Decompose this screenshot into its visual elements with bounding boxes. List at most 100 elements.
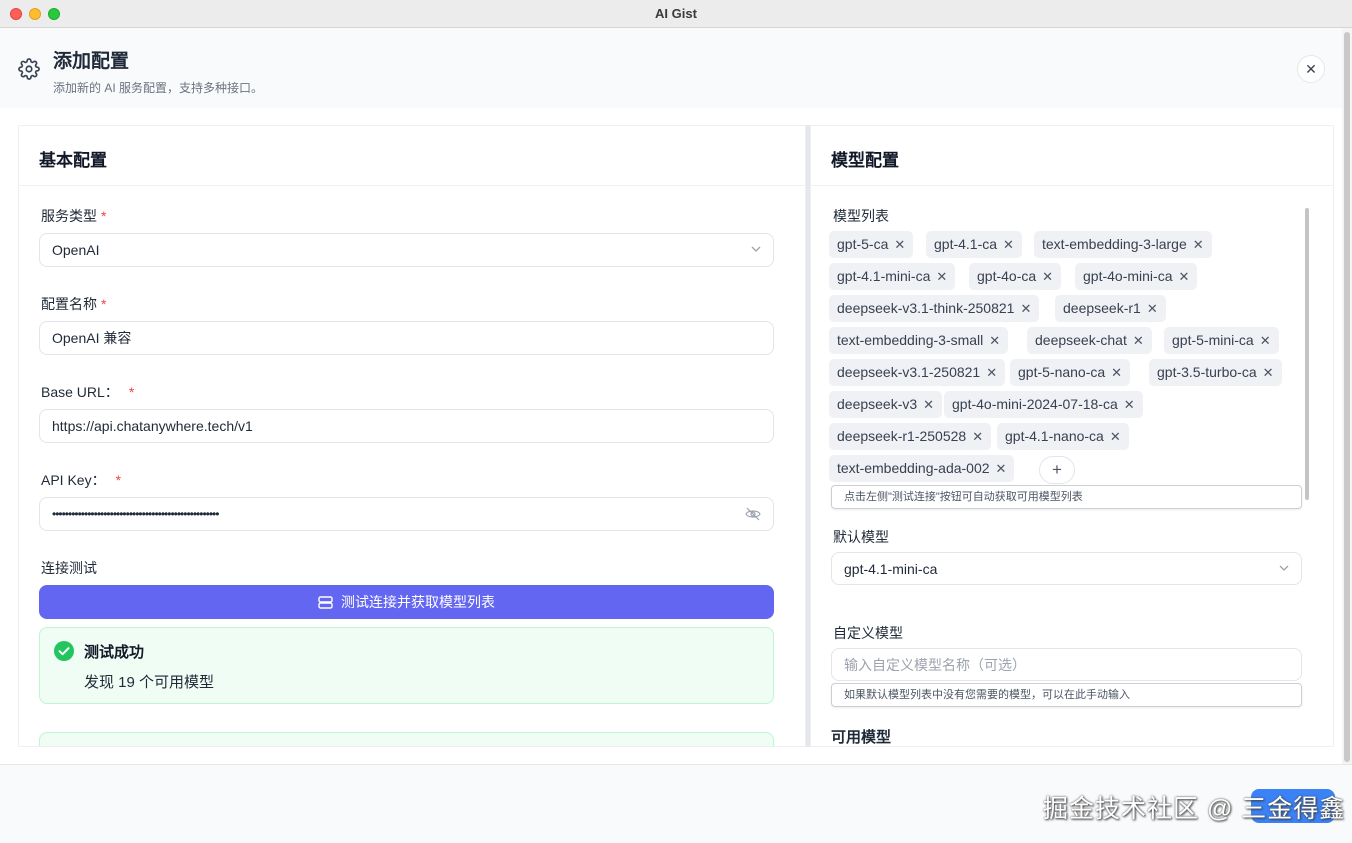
model-tag: deepseek-chat ✕ <box>1027 327 1152 354</box>
api-key-label: API Key： * <box>41 472 122 488</box>
server-icon <box>318 595 333 609</box>
remove-tag-icon[interactable]: ✕ <box>1260 333 1271 348</box>
remove-tag-icon[interactable]: ✕ <box>1133 333 1144 348</box>
model-tag-label: text-embedding-3-small <box>837 332 984 348</box>
model-tag-label: deepseek-chat <box>1035 332 1127 348</box>
model-tag-label: gpt-5-mini-ca <box>1172 332 1254 348</box>
base-url-input[interactable]: https://api.chatanywhere.tech/v1 <box>39 409 774 443</box>
model-config-panel: 模型配置 模型列表 gpt-5-ca ✕ gpt-4.1-ca ✕ text-embed… <box>810 125 1334 747</box>
config-name-label: 配置名称 * <box>41 296 107 312</box>
model-tag: text-embedding-3-large ✕ <box>1034 231 1212 258</box>
default-model-value: gpt-4.1-mini-ca <box>844 561 938 577</box>
dialog-title: 添加配置 <box>53 51 130 72</box>
api-key-input[interactable]: ••••••••••••••••••••••••••••••••••••••••… <box>39 497 774 531</box>
window-titlebar: AI Gist <box>0 0 1352 28</box>
remove-tag-icon[interactable]: ✕ <box>996 461 1007 476</box>
add-model-button[interactable]: + <box>1039 456 1075 484</box>
model-tag-label: gpt-5-nano-ca <box>1018 364 1106 380</box>
model-tag: deepseek-v3.1-think-250821 ✕ <box>829 295 1040 322</box>
custom-model-label: 自定义模型 <box>833 625 903 641</box>
custom-model-hint: 如果默认模型列表中没有您需要的模型，可以在此手动输入 <box>831 683 1302 707</box>
custom-model-input[interactable]: 输入自定义模型名称（可选） <box>831 648 1302 681</box>
model-tag: deepseek-r1-250528 ✕ <box>829 423 992 450</box>
model-tag-label: text-embedding-ada-002 <box>837 460 990 476</box>
chevron-down-icon <box>751 246 761 252</box>
model-tag: deepseek-r1 ✕ <box>1055 295 1166 322</box>
model-tag-label: deepseek-v3.1-250821 <box>837 364 981 380</box>
remove-tag-icon[interactable]: ✕ <box>972 429 983 444</box>
remove-tag-icon[interactable]: ✕ <box>1178 269 1189 284</box>
remove-tag-icon[interactable]: ✕ <box>923 397 934 412</box>
basic-config-title: 基本配置 <box>39 151 107 170</box>
config-name-input[interactable]: OpenAI 兼容 <box>39 321 774 355</box>
remove-tag-icon[interactable]: ✕ <box>1111 365 1122 380</box>
model-tag: gpt-5-nano-ca ✕ <box>1010 359 1131 386</box>
base-url-label: Base URL： * <box>41 384 135 400</box>
model-tag-label: gpt-4o-mini-2024-07-18-ca <box>952 396 1118 412</box>
dialog-scrollbar[interactable] <box>1342 28 1352 764</box>
service-type-label: 服务类型 * <box>41 208 107 224</box>
model-tag: gpt-5-mini-ca ✕ <box>1164 327 1279 354</box>
dialog-footer: 掘金技术社区 @ 三金得鑫 <box>0 764 1352 843</box>
model-tag-label: gpt-4.1-nano-ca <box>1005 428 1104 444</box>
service-type-select[interactable]: OpenAI <box>39 233 774 267</box>
dialog-header: 添加配置 添加新的 AI 服务配置，支持多种接口。 ✕ <box>0 28 1342 108</box>
remove-tag-icon[interactable]: ✕ <box>936 269 947 284</box>
watermark: 掘金技术社区 @ 三金得鑫 <box>1043 795 1346 823</box>
model-tag-label: text-embedding-3-large <box>1042 236 1187 252</box>
model-tag-label: gpt-4o-mini-ca <box>1083 268 1173 284</box>
remove-tag-icon[interactable]: ✕ <box>1110 429 1121 444</box>
remove-tag-icon[interactable]: ✕ <box>1020 301 1031 316</box>
model-tag-label: gpt-3.5-turbo-ca <box>1157 364 1257 380</box>
remove-tag-icon[interactable]: ✕ <box>1042 269 1053 284</box>
close-icon: ✕ <box>1305 60 1317 77</box>
test-connection-button[interactable]: 测试连接并获取模型列表 <box>39 585 774 619</box>
api-key-value: ••••••••••••••••••••••••••••••••••••••••… <box>52 507 219 521</box>
dialog-subtitle: 添加新的 AI 服务配置，支持多种接口。 <box>53 81 264 95</box>
remove-tag-icon[interactable]: ✕ <box>1124 397 1135 412</box>
window-title: AI Gist <box>655 6 697 21</box>
model-tag-label: gpt-4o-ca <box>977 268 1037 284</box>
model-list-label: 模型列表 <box>833 208 889 224</box>
remove-tag-icon[interactable]: ✕ <box>1193 237 1204 252</box>
check-circle-icon <box>54 641 74 661</box>
remove-tag-icon[interactable]: ✕ <box>1003 237 1014 252</box>
default-model-label: 默认模型 <box>833 529 889 545</box>
model-tag: gpt-4.1-nano-ca ✕ <box>997 423 1129 450</box>
model-tag-label: deepseek-v3 <box>837 396 918 412</box>
model-tag: gpt-4.1-ca ✕ <box>926 231 1022 258</box>
success-message: 发现 19 个可用模型 <box>84 674 215 691</box>
default-model-select[interactable]: gpt-4.1-mini-ca <box>831 552 1302 585</box>
base-url-value: https://api.chatanywhere.tech/v1 <box>52 418 253 434</box>
available-models-heading: 可用模型 <box>831 729 892 746</box>
remove-tag-icon[interactable]: ✕ <box>894 237 905 252</box>
success-title: 测试成功 <box>84 644 145 661</box>
model-tag: gpt-4o-ca ✕ <box>969 263 1062 290</box>
remove-tag-icon[interactable]: ✕ <box>989 333 1000 348</box>
remove-tag-icon[interactable]: ✕ <box>1147 301 1158 316</box>
model-tag-label: deepseek-v3.1-think-250821 <box>837 300 1015 316</box>
gear-icon <box>18 58 40 80</box>
chevron-down-icon <box>1279 565 1289 571</box>
eye-off-icon[interactable] <box>745 507 761 521</box>
model-tag-label: deepseek-r1 <box>1063 300 1141 316</box>
model-tag: deepseek-v3.1-250821 ✕ <box>829 359 1006 386</box>
model-tag: gpt-4.1-mini-ca ✕ <box>829 263 956 290</box>
model-tag-label: gpt-4.1-mini-ca <box>837 268 931 284</box>
model-tag-label: gpt-5-ca <box>837 236 889 252</box>
model-tag-label: gpt-4.1-ca <box>934 236 998 252</box>
test-success-alert: 测试成功 发现 19 个可用模型 <box>39 627 774 704</box>
model-tag: gpt-4o-mini-ca ✕ <box>1075 263 1198 290</box>
dialog-close-button[interactable]: ✕ <box>1297 55 1325 83</box>
remove-tag-icon[interactable]: ✕ <box>1263 365 1274 380</box>
model-tag: gpt-3.5-turbo-ca ✕ <box>1149 359 1282 386</box>
model-tag: gpt-4o-mini-2024-07-18-ca ✕ <box>944 391 1143 418</box>
custom-model-placeholder: 输入自定义模型名称（可选） <box>844 657 1026 673</box>
service-type-value: OpenAI <box>52 242 100 258</box>
remove-tag-icon[interactable]: ✕ <box>986 365 997 380</box>
model-list-scrollbar[interactable] <box>1305 208 1309 500</box>
model-tag: deepseek-v3 ✕ <box>829 391 943 418</box>
config-name-value: OpenAI 兼容 <box>52 330 132 346</box>
connection-test-label: 连接测试 <box>41 560 97 576</box>
model-tag-label: deepseek-r1-250528 <box>837 428 967 444</box>
